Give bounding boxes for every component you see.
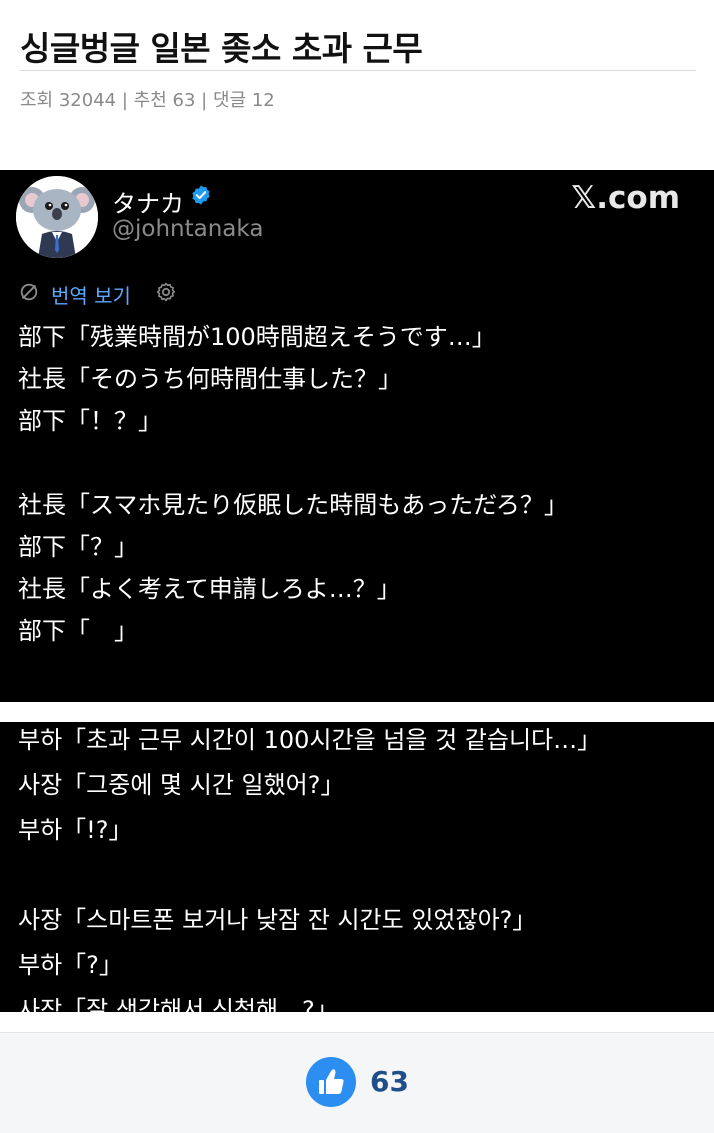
- post-footer: 63: [0, 1032, 714, 1133]
- verified-badge-icon: [192, 185, 210, 205]
- translation-line: 부하「?」: [18, 951, 123, 979]
- views-count: 32044: [58, 90, 117, 111]
- meta-separator: |: [121, 90, 128, 111]
- tweet-line: 社長「そのうち何時間仕事した？」: [18, 365, 402, 393]
- comments-label: 댓글: [212, 90, 247, 111]
- meta-separator: |: [201, 90, 208, 111]
- post-meta: 조회 32044 | 추천 63 | 댓글 12: [20, 86, 275, 112]
- tweet-line: 社長「スマホ見たり仮眠した時間もあっただろ？」: [18, 491, 568, 519]
- translation-text: 부하「초과 근무 시간이 100시간을 넘을 것 같습니다…」 사장「그중에 몇…: [18, 722, 601, 1012]
- like-count: 63: [370, 1065, 409, 1098]
- avatar: [16, 176, 98, 258]
- comments-count: 12: [251, 90, 275, 111]
- views-label: 조회: [20, 90, 54, 111]
- translation-line: 사장「잘 생각해서 신청해…?」: [18, 996, 339, 1012]
- gear-icon[interactable]: [154, 280, 178, 304]
- translation-line: 사장「그중에 몇 시간 일했어?」: [18, 771, 345, 799]
- post-header: 싱글벙글 일본 좆소 초과 근무 조회 32044 | 추천 63 | 댓글 1…: [0, 0, 714, 170]
- recommend-count: 63: [172, 90, 196, 111]
- translation-line: 부하「초과 근무 시간이 100시간을 넘을 것 같습니다…」: [18, 726, 602, 754]
- tweet-screenshot: タナカ @johntanaka 𝕏.com 번역 보기 部下「残業時間が100時…: [0, 170, 714, 702]
- tweet-line: 部下「！？」: [18, 407, 162, 435]
- title-divider: [20, 70, 696, 71]
- tweet-line: 社長「よく考えて申請しろよ…？」: [18, 575, 401, 603]
- thumbs-up-icon[interactable]: [306, 1057, 356, 1107]
- tweet-line: 部下「 」: [18, 617, 138, 645]
- translate-link[interactable]: 번역 보기: [51, 280, 131, 309]
- recommend-label: 추천: [133, 90, 167, 111]
- site-label: 𝕏.com: [571, 180, 680, 216]
- tweet-text: 部下「残業時間が100時間超えそうです…」 社長「そのうち何時間仕事した？」 部…: [18, 316, 568, 652]
- translation-panel: 부하「초과 근무 시간이 100시간을 넘을 것 같습니다…」 사장「그중에 몇…: [0, 722, 714, 1012]
- user-handle: @johntanaka: [112, 216, 264, 242]
- tweet-line: 部下「残業時間が100時間超えそうです…」: [18, 323, 496, 351]
- translation-line: 부하「!?」: [18, 816, 133, 844]
- page-title: 싱글벙글 일본 좆소 초과 근무: [20, 29, 423, 68]
- tweet-line: 部下「？」: [18, 533, 138, 561]
- translation-line: 사장「스마트폰 보거나 낮잠 잔 시간도 있었잖아?」: [18, 906, 537, 934]
- translation-line-blank: [18, 853, 601, 898]
- translate-icon: [20, 283, 38, 301]
- display-name: タナカ: [112, 190, 184, 218]
